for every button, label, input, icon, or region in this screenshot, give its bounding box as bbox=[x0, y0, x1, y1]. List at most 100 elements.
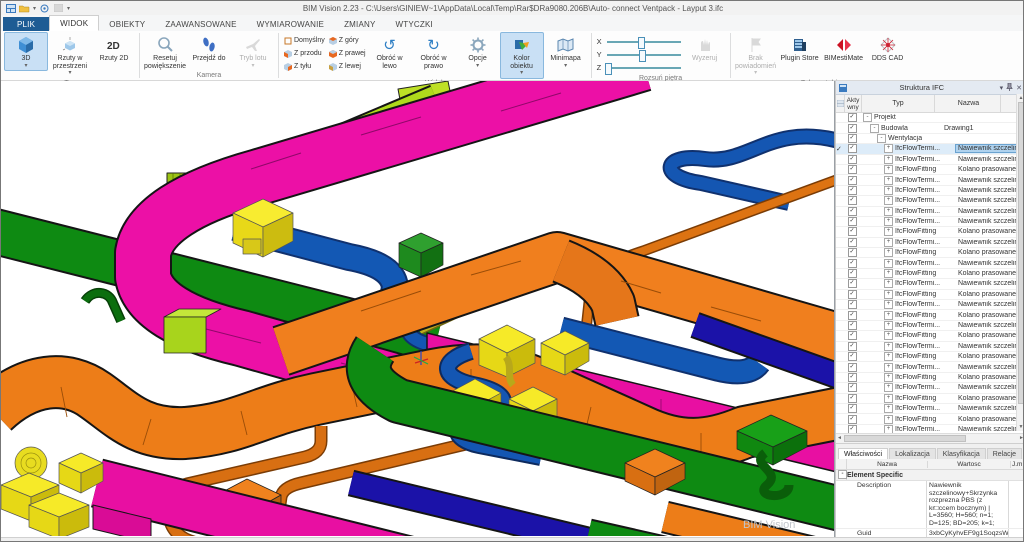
tree-name-cell[interactable]: Nawiewnik szczelinow... bbox=[956, 301, 1022, 308]
slider-y[interactable] bbox=[607, 54, 681, 56]
active-checkbox[interactable]: ✓ bbox=[844, 290, 860, 299]
active-checkbox[interactable]: ✓ bbox=[844, 352, 860, 361]
slider-z-thumb[interactable] bbox=[605, 63, 612, 75]
tree-row[interactable]: ✓-Projekt bbox=[836, 113, 1024, 123]
slider-y-thumb[interactable] bbox=[639, 50, 646, 62]
view-mode-icon[interactable] bbox=[39, 3, 50, 13]
tree-type-cell[interactable]: +IfcFlowFitting bbox=[860, 415, 956, 424]
tree-row[interactable]: ✓+IfcFlowFittingKolano prasowane: B...Ko… bbox=[836, 290, 1024, 300]
expand-icon[interactable]: + bbox=[884, 269, 893, 278]
tree-type-cell[interactable]: +IfcFlowTermi... bbox=[860, 144, 956, 153]
expand-icon[interactable]: + bbox=[884, 311, 893, 320]
tree-row[interactable]: ✓+IfcFlowTermi...Nawiewnik szczelinow...… bbox=[836, 321, 1024, 331]
tree-type-cell[interactable]: -Budowla bbox=[860, 124, 942, 133]
dropdown-arrow-icon[interactable]: ▾ bbox=[33, 5, 36, 12]
tree-type-cell[interactable]: +IfcFlowTermi... bbox=[860, 363, 956, 372]
tree-row[interactable]: ✓+IfcFlowFittingKolano prasowane: B...Ko… bbox=[836, 227, 1024, 237]
active-checkbox[interactable]: ✓ bbox=[844, 321, 860, 330]
active-column-header[interactable]: Aktywny bbox=[845, 95, 862, 112]
active-checkbox[interactable]: ✓ bbox=[844, 227, 860, 236]
tree-row[interactable]: ✓+IfcFlowTermi...Nawiewnik szczelinow...… bbox=[836, 186, 1024, 196]
active-checkbox[interactable]: ✓ bbox=[844, 124, 860, 133]
active-checkbox[interactable]: ✓ bbox=[844, 394, 860, 403]
active-checkbox[interactable]: ✓ bbox=[844, 113, 860, 122]
active-checkbox[interactable]: ✓ bbox=[844, 186, 860, 195]
expand-icon[interactable]: + bbox=[884, 207, 893, 216]
active-checkbox[interactable]: ✓ bbox=[844, 425, 860, 433]
options-button[interactable]: Opcje▾ bbox=[456, 32, 500, 71]
tree-type-cell[interactable]: +IfcFlowFitting bbox=[860, 269, 956, 278]
expand-icon[interactable]: + bbox=[884, 186, 893, 195]
expand-icon[interactable]: + bbox=[884, 415, 893, 424]
pin-icon[interactable] bbox=[1006, 83, 1013, 93]
expand-icon[interactable]: + bbox=[884, 217, 893, 226]
expand-icon[interactable]: + bbox=[884, 425, 893, 433]
active-checkbox[interactable]: ✓ bbox=[844, 196, 860, 205]
tree-v-scrollbar[interactable]: ▲ ▼ bbox=[1016, 94, 1024, 431]
tree-name-cell[interactable]: Nawiewnik szczelinow... bbox=[956, 156, 1022, 163]
active-checkbox[interactable]: ✓ bbox=[844, 259, 860, 268]
diffuser-yellow-cluster[interactable] bbox=[1, 447, 103, 536]
expand-icon[interactable]: + bbox=[884, 290, 893, 299]
tab-lokalizacja[interactable]: Lokalizacja bbox=[889, 448, 936, 459]
view-default-button[interactable]: Domyślny bbox=[282, 34, 327, 47]
expand-icon[interactable]: + bbox=[884, 238, 893, 247]
property-group-row[interactable]: - Element Specific bbox=[836, 470, 1024, 481]
tree-type-cell[interactable]: +IfcFlowTermi... bbox=[860, 425, 956, 433]
tree-row[interactable]: ✓+IfcFlowFittingKolano prasowane: B...Ko… bbox=[836, 373, 1024, 383]
tree-type-cell[interactable]: +IfcFlowFitting bbox=[860, 331, 956, 340]
expand-icon[interactable]: + bbox=[884, 196, 893, 205]
rotate-right-button[interactable]: ↻ Obróć w prawo bbox=[412, 32, 456, 71]
tree-row[interactable]: ✓+IfcFlowTermi...Nawiewnik szczelinow...… bbox=[836, 175, 1024, 185]
tree-type-cell[interactable]: +IfcFlowFitting bbox=[860, 394, 956, 403]
tree-type-cell[interactable]: +IfcFlowTermi... bbox=[860, 207, 956, 216]
tab-wymiarowanie[interactable]: WYMIAROWANIE bbox=[247, 17, 334, 31]
property-row[interactable]: Description Nawiewnik szczelinowy+Skrzyn… bbox=[836, 481, 1024, 529]
tab-obiekty[interactable]: OBIEKTY bbox=[99, 17, 155, 31]
open-file-icon[interactable] bbox=[19, 3, 30, 13]
tree-type-cell[interactable]: +IfcFlowTermi... bbox=[860, 383, 956, 392]
tree-name-cell[interactable]: Kolano prasowane: B... bbox=[956, 166, 1022, 173]
tree-row[interactable]: ✓+IfcFlowFittingKolano prasowane: B...Ko… bbox=[836, 269, 1024, 279]
tree-name-cell[interactable]: Kolano prasowane: B... bbox=[956, 353, 1022, 360]
active-checkbox[interactable]: ✓ bbox=[844, 238, 860, 247]
expand-icon[interactable]: + bbox=[884, 248, 893, 257]
view-back-button[interactable]: Z tyłu bbox=[282, 60, 327, 73]
expand-icon[interactable]: + bbox=[884, 300, 893, 309]
expand-icon[interactable]: + bbox=[884, 279, 893, 288]
tree-row[interactable]: ✓+IfcFlowTermi...Nawiewnik szczelinow...… bbox=[836, 425, 1024, 433]
view-top-button[interactable]: Z góry bbox=[327, 34, 368, 47]
tree-type-cell[interactable]: +IfcFlowTermi... bbox=[860, 404, 956, 413]
tree-name-cell[interactable]: Nawiewnik szczelinow... bbox=[956, 426, 1022, 433]
tree-name-cell[interactable]: Nawiewnik szczelinow... bbox=[956, 239, 1022, 246]
tree-type-cell[interactable]: +IfcFlowFitting bbox=[860, 311, 956, 320]
dds-cad-button[interactable]: DDS CAD bbox=[866, 32, 910, 64]
expand-icon[interactable]: + bbox=[884, 373, 893, 382]
expand-icon[interactable]: + bbox=[884, 363, 893, 372]
expand-icon[interactable]: + bbox=[884, 165, 893, 174]
active-checkbox[interactable]: ✓ bbox=[844, 248, 860, 257]
tree-type-cell[interactable]: +IfcFlowFitting bbox=[860, 373, 956, 382]
expand-icon[interactable]: + bbox=[884, 394, 893, 403]
tree-name-cell[interactable]: Drawing1 bbox=[942, 125, 1008, 132]
viewport-3d-scene[interactable] bbox=[1, 81, 835, 536]
active-checkbox[interactable]: ✓ bbox=[844, 404, 860, 413]
prop-unit-header[interactable]: J.m. ^ bbox=[1011, 461, 1024, 468]
tab-widok[interactable]: WIDOK bbox=[49, 15, 99, 31]
tree-type-cell[interactable]: +IfcFlowTermi... bbox=[860, 259, 956, 268]
active-checkbox[interactable]: ✓ bbox=[844, 331, 860, 340]
tree-type-cell[interactable]: +IfcFlowFitting bbox=[860, 352, 956, 361]
tree-type-cell[interactable]: +IfcFlowFitting bbox=[860, 290, 956, 299]
tree-row[interactable]: ✓+IfcFlowTermi...Nawiewnik szczelinow...… bbox=[836, 155, 1024, 165]
active-checkbox[interactable]: ✓ bbox=[844, 415, 860, 424]
pipe-green-small[interactable] bbox=[85, 293, 121, 321]
tree-row[interactable]: ✓+IfcFlowFittingKolano prasowane: B...Ko… bbox=[836, 310, 1024, 320]
tree-name-cell[interactable]: Kolano prasowane: B... bbox=[956, 374, 1022, 381]
tree-row[interactable]: ✓-BudowlaDrawing1 bbox=[836, 123, 1024, 133]
tree-name-cell[interactable]: Nawiewnik szczelinow... bbox=[956, 322, 1022, 329]
active-checkbox[interactable]: ✓ bbox=[844, 155, 860, 164]
active-checkbox[interactable]: ✓ bbox=[844, 207, 860, 216]
tree-type-cell[interactable]: +IfcFlowTermi... bbox=[860, 321, 956, 330]
scroll-down-icon[interactable]: ▼ bbox=[1017, 424, 1024, 430]
expand-icon[interactable]: - bbox=[870, 124, 879, 133]
